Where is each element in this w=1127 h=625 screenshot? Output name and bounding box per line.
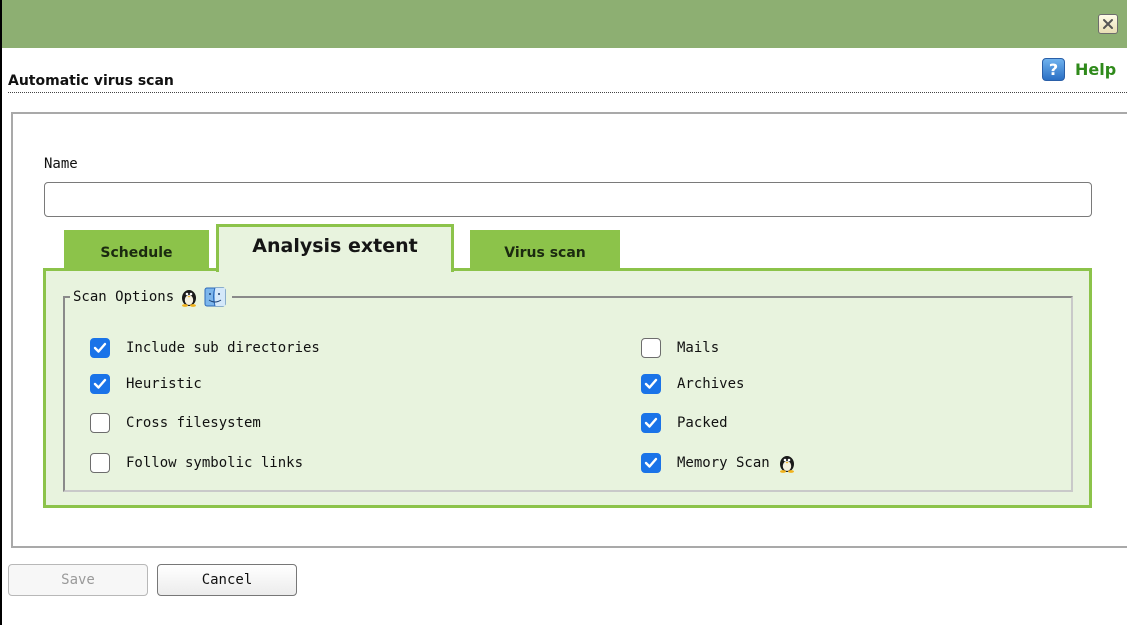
cancel-button[interactable]: Cancel <box>157 564 297 596</box>
help-label: Help <box>1075 59 1117 79</box>
tab-analysis-extent[interactable]: Analysis extent <box>216 224 454 272</box>
title-bar <box>2 0 1127 48</box>
window-left-border <box>0 0 2 625</box>
option-label: Heuristic <box>126 376 202 392</box>
option-archives[interactable]: Archives <box>641 372 744 396</box>
option-label: Archives <box>677 376 745 392</box>
option-include-sub-directories[interactable]: Include sub directories <box>90 336 320 360</box>
checkbox-cross-filesystem[interactable] <box>90 413 110 433</box>
name-label: Name <box>44 156 78 172</box>
linux-tux-icon <box>779 456 794 473</box>
option-label: Mails <box>677 340 720 356</box>
option-label: Memory Scan <box>677 455 770 471</box>
checkbox-archives[interactable] <box>641 374 661 394</box>
option-label: Cross filesystem <box>126 415 261 431</box>
option-label: Packed <box>677 415 728 431</box>
name-input[interactable] <box>44 182 1092 217</box>
mac-finder-icon <box>204 287 226 307</box>
option-memory-scan[interactable]: Memory Scan <box>641 451 796 475</box>
help-icon: ? <box>1042 57 1065 81</box>
option-label: Follow symbolic links <box>126 455 304 471</box>
checkbox-heuristic[interactable] <box>90 374 110 394</box>
scan-options-label: Scan Options <box>73 289 175 305</box>
option-cross-filesystem[interactable]: Cross filesystem <box>90 411 261 435</box>
option-mails[interactable]: Mails <box>641 336 719 360</box>
close-icon[interactable] <box>1098 14 1118 34</box>
scan-options-legend: Scan Options <box>70 285 233 309</box>
option-follow-symbolic-links[interactable]: Follow symbolic links <box>90 451 303 475</box>
checkbox-packed[interactable] <box>641 413 661 433</box>
save-button[interactable]: Save <box>8 564 148 596</box>
checkbox-include-sub-directories[interactable] <box>90 338 110 358</box>
help-link[interactable]: ? Help <box>1042 56 1116 82</box>
checkbox-memory-scan[interactable] <box>641 453 661 473</box>
option-heuristic[interactable]: Heuristic <box>90 372 202 396</box>
tab-schedule[interactable]: Schedule <box>64 230 209 270</box>
dialog-title: Automatic virus scan <box>8 73 174 89</box>
checkbox-follow-symbolic-links[interactable] <box>90 453 110 473</box>
linux-tux-icon <box>182 290 197 307</box>
option-packed[interactable]: Packed <box>641 411 728 435</box>
tab-virus-scan[interactable]: Virus scan <box>470 230 620 270</box>
option-label: Include sub directories <box>126 340 320 356</box>
checkbox-mails[interactable] <box>641 338 661 358</box>
dialog-header: Automatic virus scan ? Help <box>8 57 1127 93</box>
